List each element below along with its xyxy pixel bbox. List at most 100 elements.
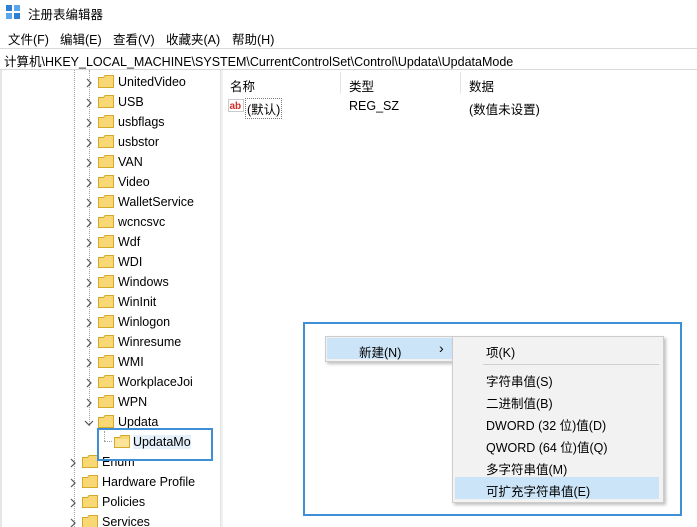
menu-edit[interactable]: 编辑(E) bbox=[60, 29, 102, 48]
chevron-right-icon[interactable] bbox=[84, 357, 94, 368]
chevron-right-icon[interactable] bbox=[68, 477, 78, 488]
chevron-right-icon[interactable] bbox=[68, 517, 78, 527]
folder-icon bbox=[98, 175, 114, 188]
tree-item-winlogon[interactable]: Winlogon bbox=[0, 312, 220, 332]
tree-item-wininit[interactable]: WinInit bbox=[0, 292, 220, 312]
tree-item-label: WinInit bbox=[118, 295, 157, 309]
tree-item-walletservice[interactable]: WalletService bbox=[0, 192, 220, 212]
tree-item-label: WorkplaceJoi bbox=[118, 375, 193, 389]
menu-bar: 文件(F) 编辑(E) 查看(V) 收藏夹(A) 帮助(H) bbox=[0, 26, 697, 48]
submenu-item-key[interactable]: 项(K) bbox=[486, 342, 515, 361]
tree-item-label: wcncsvc bbox=[118, 215, 166, 229]
regedit-app-icon bbox=[6, 5, 20, 19]
chevron-right-icon[interactable] bbox=[84, 137, 94, 148]
tree-item-label: Windows bbox=[118, 275, 169, 289]
tree-item-wmi[interactable]: WMI bbox=[0, 352, 220, 372]
chevron-right-icon[interactable] bbox=[68, 497, 78, 508]
chevron-right-icon[interactable] bbox=[84, 77, 94, 88]
tree-item-label: Updata bbox=[118, 415, 159, 429]
tree-item-usbstor[interactable]: usbstor bbox=[0, 132, 220, 152]
chevron-right-icon[interactable] bbox=[84, 237, 94, 248]
folder-icon bbox=[98, 395, 114, 408]
address-bar[interactable]: 计算机\HKEY_LOCAL_MACHINE\SYSTEM\CurrentCon… bbox=[0, 48, 697, 70]
menu-file[interactable]: 文件(F) bbox=[8, 29, 49, 48]
value-row-type: REG_SZ bbox=[349, 99, 400, 113]
menu-favorites[interactable]: 收藏夹(A) bbox=[166, 29, 220, 48]
chevron-right-icon[interactable] bbox=[84, 97, 94, 108]
tree-item-label: Winresume bbox=[118, 335, 182, 349]
folder-icon bbox=[98, 295, 114, 308]
chevron-right-icon[interactable] bbox=[84, 277, 94, 288]
submenu-item-dword[interactable]: DWORD (32 位)值(D) bbox=[486, 415, 606, 434]
title-bar: 注册表编辑器 bbox=[0, 0, 697, 24]
tree-item-label: UnitedVideo bbox=[118, 75, 186, 89]
submenu-item-string[interactable]: 字符串值(S) bbox=[486, 371, 553, 390]
folder-icon bbox=[98, 215, 114, 228]
tree-item-wcncsvc[interactable]: wcncsvc bbox=[0, 212, 220, 232]
chevron-right-icon[interactable] bbox=[84, 377, 94, 388]
chevron-right-icon[interactable] bbox=[84, 117, 94, 128]
tree-item-unitedvideo[interactable]: UnitedVideo bbox=[0, 72, 220, 92]
tree-item-winresume[interactable]: Winresume bbox=[0, 332, 220, 352]
tree-item-wdi[interactable]: WDI bbox=[0, 252, 220, 272]
tree-item-wdf[interactable]: Wdf bbox=[0, 232, 220, 252]
chevron-right-icon[interactable] bbox=[84, 217, 94, 228]
folder-icon bbox=[98, 75, 114, 88]
folder-icon bbox=[98, 135, 114, 148]
menu-help[interactable]: 帮助(H) bbox=[232, 29, 274, 48]
column-separator[interactable] bbox=[340, 72, 341, 94]
chevron-right-icon[interactable] bbox=[68, 457, 78, 468]
tree-item-label: WMI bbox=[118, 355, 144, 369]
chevron-right-icon[interactable] bbox=[84, 197, 94, 208]
svg-text:ab: ab bbox=[230, 101, 242, 112]
chevron-right-icon[interactable] bbox=[84, 317, 94, 328]
submenu-item-qword[interactable]: QWORD (64 位)值(Q) bbox=[486, 437, 608, 456]
column-header-type[interactable]: 类型 bbox=[349, 76, 374, 95]
tree-item-label: Hardware Profile bbox=[102, 475, 196, 489]
column-header-data[interactable]: 数据 bbox=[469, 76, 494, 95]
chevron-right-icon[interactable] bbox=[84, 297, 94, 308]
folder-icon bbox=[82, 495, 98, 508]
chevron-right-icon[interactable] bbox=[84, 257, 94, 268]
window-title: 注册表编辑器 bbox=[28, 8, 104, 22]
submenu-item-multi-string[interactable]: 多字符串值(M) bbox=[486, 459, 567, 478]
folder-icon bbox=[98, 155, 114, 168]
tree-item-label: USB bbox=[118, 95, 144, 109]
tree-item-label: WPN bbox=[118, 395, 148, 409]
chevron-down-icon[interactable] bbox=[84, 417, 94, 427]
tree-item-hardware-profile[interactable]: Hardware Profile bbox=[0, 472, 220, 492]
tree-item-wpn[interactable]: WPN bbox=[0, 392, 220, 412]
tree-item-usb[interactable]: USB bbox=[0, 92, 220, 112]
folder-icon bbox=[98, 255, 114, 268]
folder-icon bbox=[98, 235, 114, 248]
tree-item-services[interactable]: Services bbox=[0, 512, 220, 527]
tree-item-label: usbstor bbox=[118, 135, 159, 149]
tree-item-van[interactable]: VAN bbox=[0, 152, 220, 172]
tree-item-workplacejoi[interactable]: WorkplaceJoi bbox=[0, 372, 220, 392]
tree-item-usbflags[interactable]: usbflags bbox=[0, 112, 220, 132]
tree-item-policies[interactable]: Policies bbox=[0, 492, 220, 512]
value-row-name[interactable]: (默认) bbox=[245, 98, 283, 119]
folder-icon bbox=[98, 415, 114, 428]
string-value-icon: ab bbox=[228, 99, 244, 112]
column-header-name[interactable]: 名称 bbox=[230, 76, 255, 95]
context-menu-new[interactable]: 新建(N) bbox=[359, 342, 401, 361]
submenu-separator bbox=[483, 364, 659, 365]
column-separator[interactable] bbox=[460, 72, 461, 94]
chevron-right-icon[interactable] bbox=[84, 337, 94, 348]
folder-icon bbox=[98, 95, 114, 108]
chevron-right-icon[interactable] bbox=[84, 157, 94, 168]
tree-item-label: WDI bbox=[118, 255, 143, 269]
chevron-right-icon[interactable] bbox=[84, 397, 94, 408]
chevron-right-icon[interactable] bbox=[84, 177, 94, 188]
folder-icon bbox=[98, 335, 114, 348]
submenu-item-binary[interactable]: 二进制值(B) bbox=[486, 393, 553, 412]
tree-item-label: Winlogon bbox=[118, 315, 171, 329]
address-path[interactable]: 计算机\HKEY_LOCAL_MACHINE\SYSTEM\CurrentCon… bbox=[4, 51, 513, 70]
menu-view[interactable]: 查看(V) bbox=[113, 29, 155, 48]
tree-item-video[interactable]: Video bbox=[0, 172, 220, 192]
folder-icon bbox=[98, 195, 114, 208]
submenu-item-expandable-string[interactable]: 可扩充字符串值(E) bbox=[486, 481, 590, 500]
tree-item-windows[interactable]: Windows bbox=[0, 272, 220, 292]
tree-item-label: Policies bbox=[102, 495, 146, 509]
